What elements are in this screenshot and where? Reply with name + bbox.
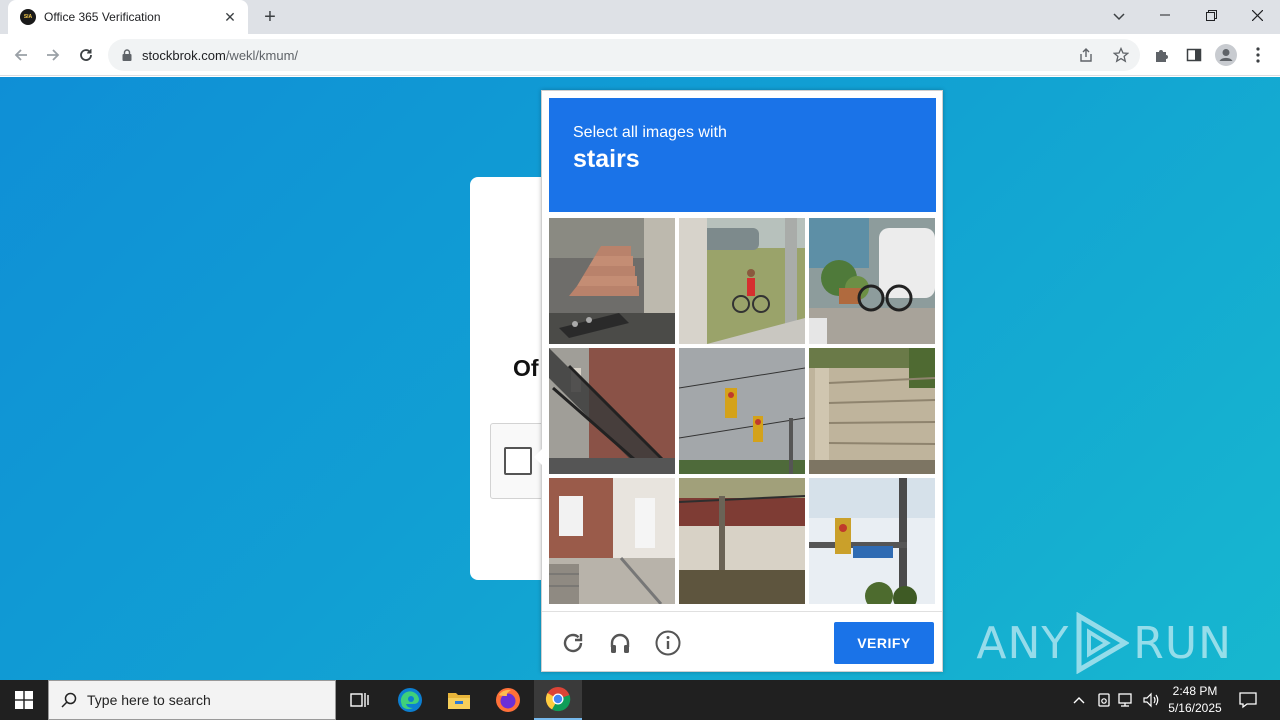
captcha-tile-6[interactable] xyxy=(809,348,935,474)
traffic-light-image xyxy=(679,348,805,474)
captcha-target-word: stairs xyxy=(573,145,640,173)
search-placeholder: Type here to search xyxy=(87,692,211,708)
captcha-footer: VERIFY xyxy=(542,611,942,671)
tab-close-icon[interactable]: ✕ xyxy=(222,9,238,25)
stairs-image xyxy=(549,218,675,344)
captcha-tile-9[interactable] xyxy=(809,478,935,604)
close-window-icon[interactable] xyxy=(1234,0,1280,30)
chrome-icon[interactable] xyxy=(534,680,582,720)
tab-strip: SIA Office 365 Verification ✕ + xyxy=(0,0,1280,34)
back-arrow-icon[interactable] xyxy=(8,42,34,68)
notifications-icon[interactable] xyxy=(1234,680,1262,720)
captcha-tile-2[interactable] xyxy=(679,218,805,344)
captcha-tile-5[interactable] xyxy=(679,348,805,474)
show-hidden-icons-chevron-icon[interactable] xyxy=(1068,680,1090,720)
anyrun-watermark: ANY RUN xyxy=(976,612,1232,674)
captcha-tile-4[interactable] xyxy=(549,348,675,474)
verify-button[interactable]: VERIFY xyxy=(834,622,934,664)
minimize-icon[interactable] xyxy=(1142,0,1188,30)
profile-avatar-icon[interactable] xyxy=(1213,42,1239,68)
lock-icon[interactable] xyxy=(120,48,134,62)
task-view-icon[interactable] xyxy=(336,680,384,720)
edge-browser-icon[interactable] xyxy=(386,680,434,720)
browser-toolbar: stockbrok.com/wekl/kmum/ xyxy=(0,34,1280,76)
forward-arrow-icon[interactable] xyxy=(40,42,66,68)
restore-icon[interactable] xyxy=(1188,0,1234,30)
side-panel-icon[interactable] xyxy=(1181,42,1207,68)
captcha-tile-8[interactable] xyxy=(679,478,805,604)
url-host: stockbrok.com xyxy=(142,47,226,63)
url-path: /wekl/kmum/ xyxy=(225,47,299,63)
captcha-tile-1[interactable] xyxy=(549,218,675,344)
bicycle-plants-image xyxy=(809,218,935,344)
window-controls xyxy=(1142,0,1280,34)
captcha-challenge: Select all images with stairs VERIFY xyxy=(534,90,943,672)
bookmark-star-icon[interactable] xyxy=(1113,39,1129,71)
file-explorer-icon[interactable] xyxy=(435,680,483,720)
share-icon[interactable] xyxy=(1078,39,1094,71)
railing-wall-image xyxy=(679,478,805,604)
taskbar: Type here to search 2:48 PM 5/16/2025 xyxy=(0,680,1280,720)
tab-search-chevron-icon[interactable] xyxy=(1106,4,1132,30)
captcha-tile-3[interactable] xyxy=(809,218,935,344)
address-bar[interactable]: stockbrok.com/wekl/kmum/ xyxy=(108,39,1140,71)
outdoor-stairs-image xyxy=(549,348,675,474)
extensions-puzzle-icon[interactable] xyxy=(1149,42,1175,68)
captcha-checkbox[interactable] xyxy=(504,447,532,475)
clock-date: 5/16/2025 xyxy=(1168,701,1222,715)
audio-headphones-icon[interactable] xyxy=(606,629,634,657)
tab-title: Office 365 Verification xyxy=(44,10,161,24)
device-tray-icon[interactable] xyxy=(1093,680,1115,720)
captcha-instruction: Select all images with xyxy=(573,124,727,141)
menu-kebab-icon[interactable] xyxy=(1245,42,1271,68)
taskbar-search-input[interactable]: Type here to search xyxy=(48,680,336,720)
network-icon[interactable] xyxy=(1116,680,1138,720)
volume-icon[interactable] xyxy=(1140,680,1162,720)
firefox-icon[interactable] xyxy=(484,680,532,720)
fence-wall-image xyxy=(809,348,935,474)
captcha-image-grid xyxy=(549,218,936,605)
watermark-left-text: ANY xyxy=(976,617,1070,669)
new-tab-button[interactable]: + xyxy=(258,5,282,29)
refresh-icon[interactable] xyxy=(559,629,587,657)
child-bicycle-image xyxy=(679,218,805,344)
windows-start-icon[interactable] xyxy=(0,680,48,720)
site-favicon-icon: SIA xyxy=(20,9,36,25)
info-icon[interactable] xyxy=(654,629,682,657)
captcha-tile-7[interactable] xyxy=(549,478,675,604)
browser-tab[interactable]: SIA Office 365 Verification ✕ xyxy=(8,0,248,34)
captcha-header: Select all images with stairs xyxy=(549,98,936,212)
card-title: Of xyxy=(513,355,539,381)
taskbar-clock[interactable]: 2:48 PM 5/16/2025 xyxy=(1162,683,1228,717)
reload-icon[interactable] xyxy=(73,42,99,68)
house-steps-image xyxy=(549,478,675,604)
clock-time: 2:48 PM xyxy=(1172,684,1218,698)
street-sign-image xyxy=(809,478,935,604)
search-icon xyxy=(61,692,77,708)
watermark-play-icon xyxy=(1076,612,1130,674)
watermark-right-text: RUN xyxy=(1133,617,1232,669)
